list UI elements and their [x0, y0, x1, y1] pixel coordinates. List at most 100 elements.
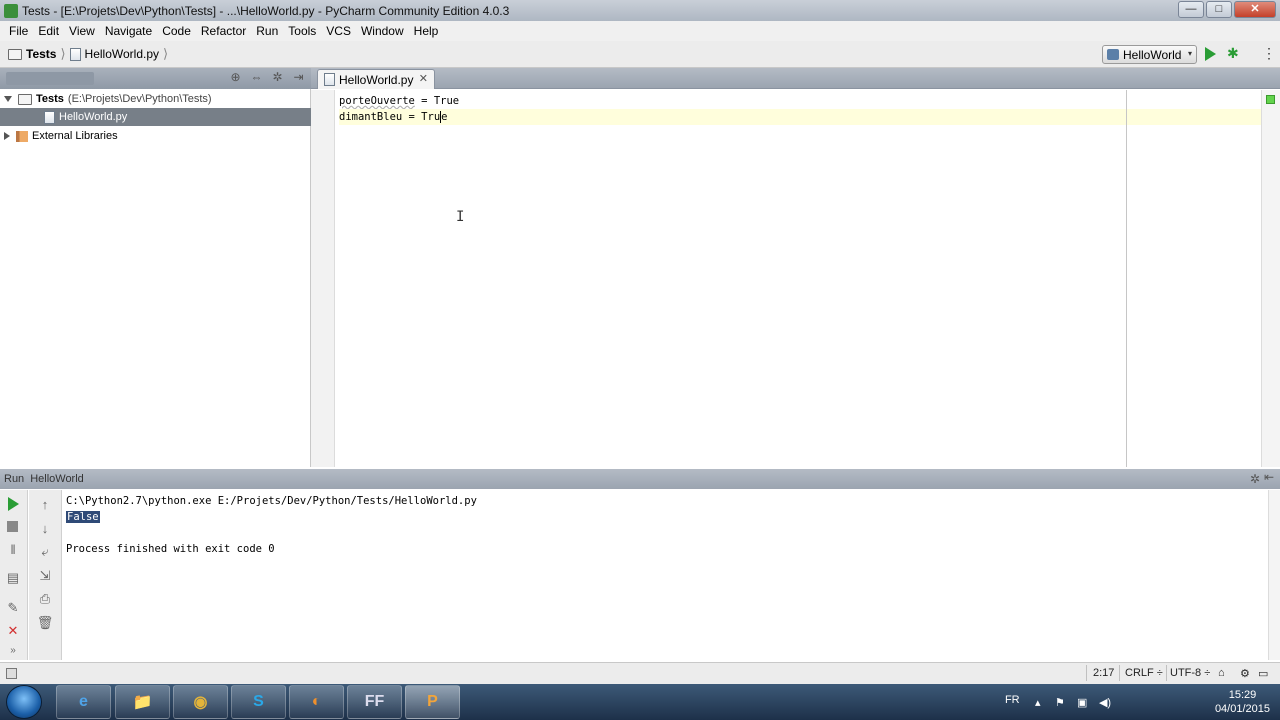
editor-tab-bar: HelloWorld.py ✕ — [311, 68, 1280, 89]
run-console[interactable]: C:\Python2.7\python.exe E:/Projets/Dev/P… — [62, 490, 1268, 660]
menu-vcs[interactable]: VCS — [321, 24, 356, 38]
maximize-button[interactable]: □ — [1206, 1, 1232, 18]
chrome-taskbar-button[interactable]: ◉ — [173, 685, 228, 719]
skype-taskbar-button[interactable]: S — [231, 685, 286, 719]
menu-code[interactable]: Code — [157, 24, 196, 38]
scroll-up-button[interactable]: ↑ — [35, 496, 55, 514]
menu-tools[interactable]: Tools — [283, 24, 321, 38]
code-line-current[interactable]: dimantBleu = True — [339, 109, 1270, 125]
menu-run[interactable]: Run — [251, 24, 283, 38]
flag-icon[interactable]: ⚑ — [1055, 696, 1065, 709]
tree-item-project[interactable]: Tests (E:\Projets\Dev\Python\Tests) — [0, 90, 311, 108]
editor-error-stripe[interactable] — [1261, 90, 1280, 467]
line-separator-select[interactable]: CRLF ÷ — [1125, 667, 1163, 679]
lock-icon[interactable]: ⌂ — [1218, 667, 1225, 679]
ff-taskbar-button[interactable]: FF — [347, 685, 402, 719]
code-editor[interactable]: porteOuverte = True dimantBleu = True I — [335, 90, 1270, 467]
tree-item-external-libraries[interactable]: External Libraries — [0, 127, 311, 145]
tree-item-label: HelloWorld.py — [59, 111, 128, 123]
minimize-button[interactable]: — — [1178, 1, 1204, 18]
network-icon[interactable]: ▣ — [1077, 696, 1087, 709]
menu-window[interactable]: Window — [356, 24, 409, 38]
language-indicator[interactable]: FR — [1005, 694, 1020, 706]
sync-icon[interactable]: ⊕ — [229, 71, 242, 84]
hide-panel-icon[interactable]: ⇥ — [292, 71, 305, 84]
code-line[interactable]: porteOuverte = True — [339, 93, 1270, 109]
breadcrumb-project[interactable]: Tests — [26, 47, 56, 61]
system-tray: FR ▴ ⚑ ▣ ◀) 15:29 04/01/2015 — [1005, 686, 1270, 718]
navigation-bar: Tests ⟩ HelloWorld.py ⟩ HelloWorld ▾ ✱ ⋮ — [0, 41, 1280, 68]
collapse-arrow-icon[interactable] — [4, 132, 10, 140]
explorer-taskbar-button[interactable]: 📁 — [115, 685, 170, 719]
event-log-icon[interactable]: ▭ — [1258, 667, 1268, 680]
scroll-to-end-button[interactable]: ⇲ — [35, 567, 55, 585]
breadcrumb-file[interactable]: HelloWorld.py — [85, 47, 159, 61]
gear-icon[interactable]: ✲ — [271, 71, 284, 84]
pause-icon: ‖ — [10, 542, 16, 557]
clear-all-button[interactable]: 🗑 — [35, 614, 55, 632]
run-configuration-select[interactable]: HelloWorld ▾ — [1102, 45, 1197, 64]
close-tab-icon[interactable]: ✕ — [419, 72, 428, 85]
expand-arrow-icon[interactable] — [4, 96, 12, 102]
folder-icon — [8, 48, 22, 60]
menu-bar: File Edit View Navigate Code Refactor Ru… — [0, 21, 1280, 41]
scroll-down-button[interactable]: ↓ — [35, 520, 55, 538]
ie-taskbar-button[interactable]: e — [56, 685, 111, 719]
layout-button[interactable]: ▤ — [3, 569, 23, 587]
run-panel-label[interactable]: Run — [4, 473, 24, 485]
python-icon — [1107, 49, 1119, 60]
status-separator — [1119, 665, 1120, 681]
inspector-icon[interactable]: ⚙ — [1240, 667, 1250, 680]
encoding-select[interactable]: UTF-8 ÷ — [1170, 667, 1210, 679]
pin-icon: ✎ — [7, 600, 19, 615]
close-icon: ✕ — [7, 623, 19, 638]
run-panel-config[interactable]: HelloWorld — [30, 473, 84, 485]
caret-position[interactable]: 2:17 — [1093, 667, 1114, 679]
menu-navigate[interactable]: Navigate — [100, 24, 157, 38]
menu-refactor[interactable]: Refactor — [196, 24, 251, 38]
wrap-icon: ⤶ — [41, 544, 49, 559]
stop-button[interactable] — [3, 518, 23, 536]
tray-expand-icon[interactable]: ▴ — [1035, 696, 1041, 709]
debug-icon[interactable]: ✱ — [1227, 46, 1241, 61]
menu-view[interactable]: View — [64, 24, 100, 38]
pin-tab-button[interactable]: ✎ — [3, 599, 23, 617]
window-title: Tests - [E:\Projets\Dev\Python\Tests] - … — [22, 3, 510, 18]
close-run-button[interactable]: ✕ — [3, 622, 23, 640]
gear-icon[interactable]: ✲ — [1250, 472, 1260, 486]
hide-panel-icon[interactable]: ⇤ — [1264, 470, 1274, 484]
run-icon[interactable] — [1205, 47, 1216, 61]
tree-item-label: Tests — [36, 93, 64, 105]
inspection-ok-icon[interactable] — [1266, 95, 1275, 104]
chevron-down-icon: ▾ — [1187, 49, 1192, 58]
library-icon — [16, 130, 28, 142]
ibeam-cursor-icon: I — [456, 209, 465, 225]
tool-windows-icon[interactable] — [6, 668, 17, 679]
rerun-button[interactable] — [3, 495, 23, 513]
run-panel-header: Run HelloWorld ✲ ⇤ — [0, 469, 1280, 489]
clock[interactable]: 15:29 04/01/2015 — [1215, 688, 1270, 716]
soft-wrap-button[interactable]: ⤶ — [35, 543, 55, 561]
menu-help[interactable]: Help — [409, 24, 444, 38]
close-button[interactable]: ✕ — [1234, 1, 1276, 18]
pycharm-taskbar-button[interactable]: P — [405, 685, 460, 719]
blender-taskbar-button[interactable]: ◐ — [289, 685, 344, 719]
console-output-line: False — [66, 509, 100, 525]
python-file-icon — [69, 47, 81, 61]
more-actions-button[interactable]: » — [3, 642, 23, 660]
menu-edit[interactable]: Edit — [33, 24, 64, 38]
tab-helloworld[interactable]: HelloWorld.py ✕ — [317, 69, 435, 89]
collapse-icon[interactable]: ⇔ — [250, 71, 263, 84]
start-button[interactable] — [6, 685, 42, 719]
volume-icon[interactable]: ◀) — [1099, 696, 1111, 709]
project-panel-title[interactable] — [6, 72, 94, 85]
print-button[interactable]: ⎙ — [35, 590, 55, 608]
menu-file[interactable]: File — [4, 24, 33, 38]
editor-gutter[interactable] — [311, 90, 335, 467]
tree-item-file[interactable]: HelloWorld.py — [0, 108, 311, 126]
arrow-down-icon: ↓ — [41, 521, 49, 536]
pause-output-button[interactable]: ‖ — [3, 541, 23, 559]
toolbar-more-icon[interactable]: ⋮ — [1262, 46, 1276, 61]
breadcrumb-separator: ⟩ — [60, 46, 66, 61]
console-scrollbar[interactable] — [1268, 490, 1280, 660]
